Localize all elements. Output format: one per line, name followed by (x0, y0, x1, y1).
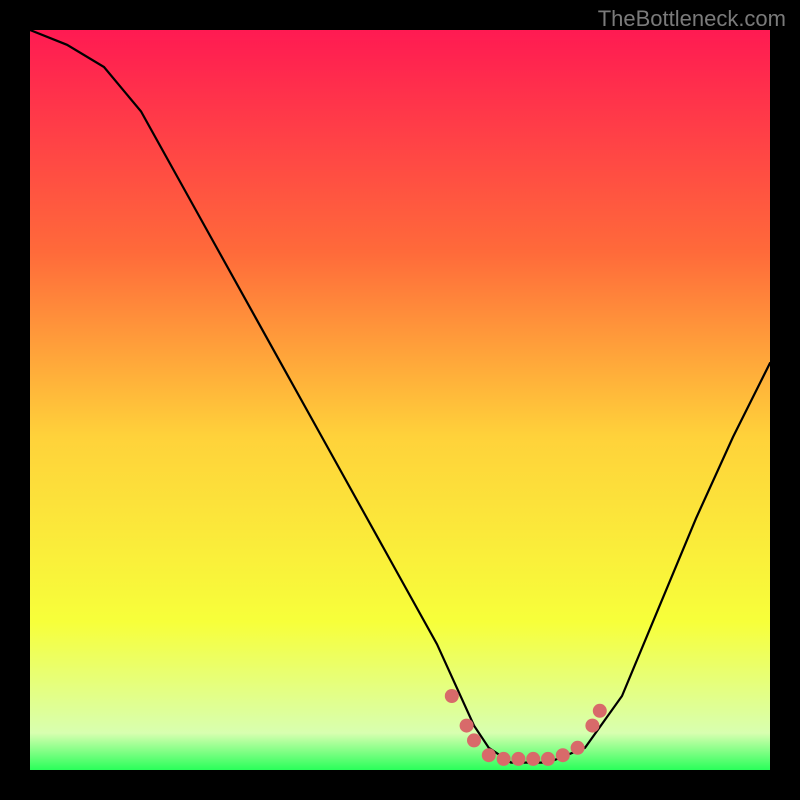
valley-dot (511, 752, 525, 766)
watermark-label: TheBottleneck.com (598, 6, 786, 32)
plot-background (30, 30, 770, 770)
valley-dot (460, 719, 474, 733)
valley-dot (467, 733, 481, 747)
valley-dot (593, 704, 607, 718)
valley-dot (445, 689, 459, 703)
valley-dot (585, 719, 599, 733)
chart-svg (0, 0, 800, 800)
valley-dot (556, 748, 570, 762)
valley-dot (541, 752, 555, 766)
chart-frame: TheBottleneck.com (0, 0, 800, 800)
valley-dot (482, 748, 496, 762)
valley-dot (571, 741, 585, 755)
valley-dot (526, 752, 540, 766)
valley-dot (497, 752, 511, 766)
